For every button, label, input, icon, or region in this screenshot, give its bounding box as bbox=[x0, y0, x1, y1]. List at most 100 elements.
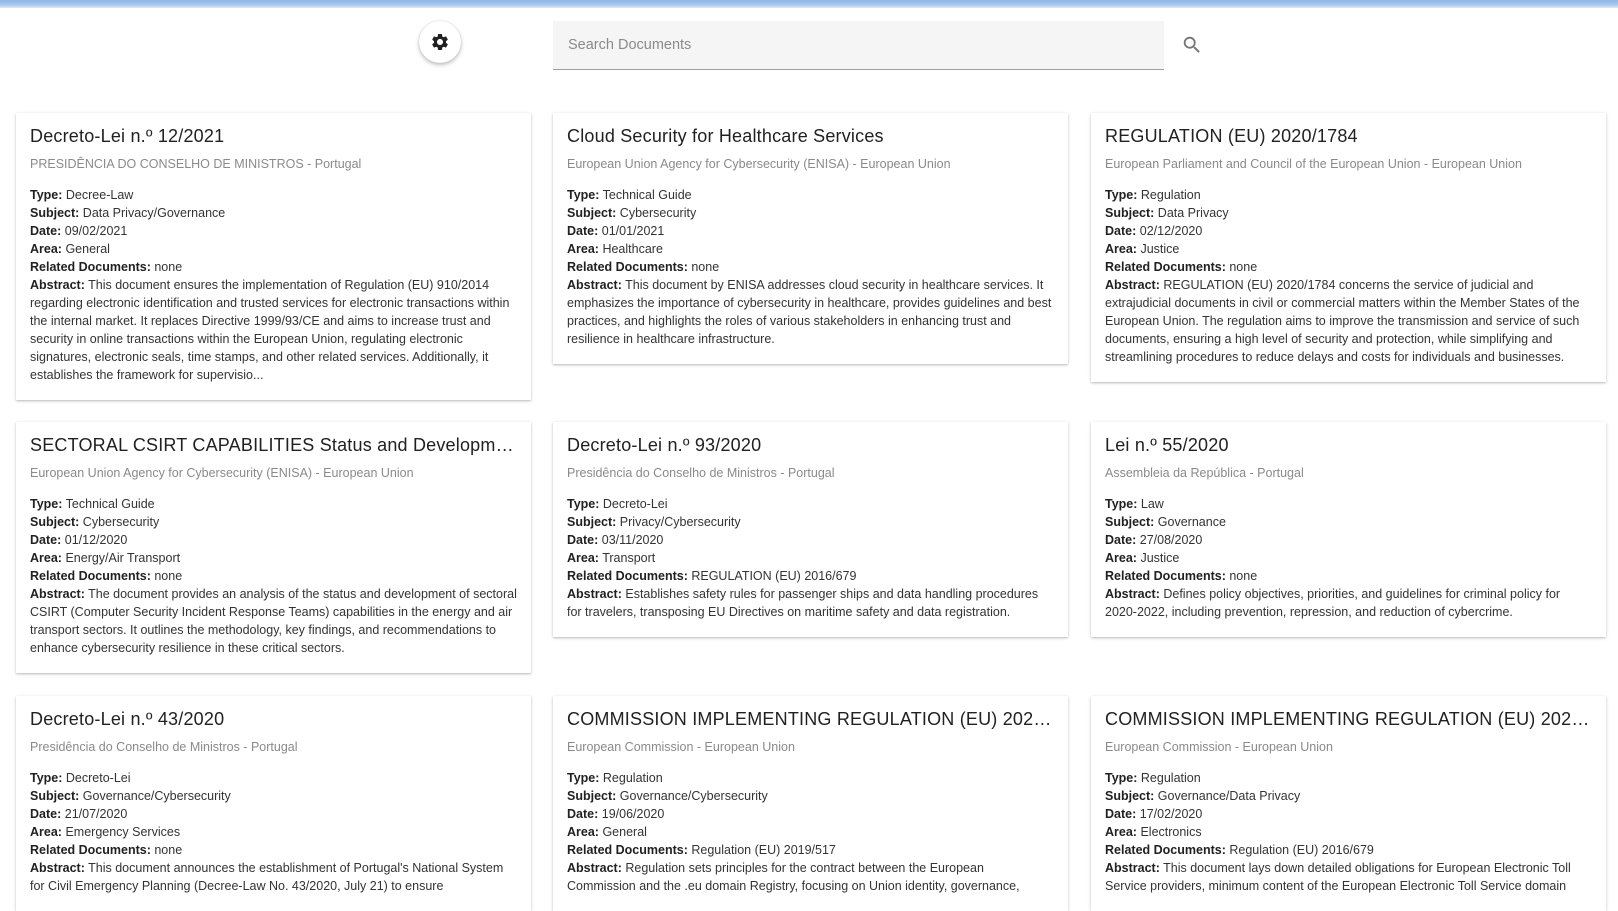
field-area: Area: Justice bbox=[1105, 549, 1592, 567]
document-card[interactable]: REGULATION (EU) 2020/1784 European Parlia… bbox=[1091, 113, 1606, 382]
field-label: Related Documents: bbox=[1105, 569, 1226, 583]
card-fields: Type: Decree-Law Subject: Data Privacy/Go… bbox=[30, 186, 517, 384]
card-issuer: European Union Agency for Cybersecurity … bbox=[567, 157, 951, 171]
search-input[interactable] bbox=[553, 21, 1164, 69]
field-value: Establishes safety rules for passenger s… bbox=[567, 587, 1039, 619]
field-label: Area: bbox=[30, 242, 62, 256]
field-abstract: Abstract: Defines policy objectives, pri… bbox=[1105, 585, 1592, 621]
field-value: REGULATION (EU) 2020/1784 concerns the s… bbox=[1105, 278, 1580, 364]
field-label: Area: bbox=[30, 551, 62, 565]
card-title: COMMISSION IMPLEMENTING REGULATION (EU) … bbox=[567, 709, 1054, 729]
field-label: Type: bbox=[1105, 188, 1138, 202]
field-value: Cybersecurity bbox=[619, 206, 697, 220]
field-related: Related Documents: none bbox=[30, 841, 517, 859]
field-date: Date: 27/08/2020 bbox=[1105, 531, 1592, 549]
field-value: 02/12/2020 bbox=[1139, 224, 1203, 238]
field-label: Subject: bbox=[30, 206, 80, 220]
field-date: Date: 03/11/2020 bbox=[567, 531, 1054, 549]
field-value: Justice bbox=[1140, 551, 1180, 565]
field-label: Related Documents: bbox=[567, 260, 688, 274]
settings-button[interactable] bbox=[419, 21, 461, 63]
field-label: Related Documents: bbox=[567, 569, 688, 583]
field-value: 01/12/2020 bbox=[64, 533, 128, 547]
card-fields: Type: Decreto-Lei Subject: Governance/Cyb… bbox=[30, 769, 517, 895]
field-label: Area: bbox=[567, 242, 599, 256]
field-label: Abstract: bbox=[567, 861, 622, 875]
field-label: Area: bbox=[1105, 242, 1137, 256]
field-value: This document lays down detailed obligat… bbox=[1105, 861, 1571, 893]
card-title: SECTORAL CSIRT CAPABILITIES Status and D… bbox=[30, 435, 517, 455]
field-value: Healthcare bbox=[602, 242, 663, 256]
field-type: Type: Law bbox=[1105, 495, 1592, 513]
document-card[interactable]: Decreto-Lei n.º 93/2020 Presidência do Co… bbox=[553, 422, 1068, 637]
field-subject: Subject: Data Privacy/Governance bbox=[30, 204, 517, 222]
field-label: Abstract: bbox=[1105, 861, 1160, 875]
field-subject: Subject: Governance bbox=[1105, 513, 1592, 531]
field-value: Regulation bbox=[602, 771, 663, 785]
document-card[interactable]: COMMISSION IMPLEMENTING REGULATION (EU) … bbox=[1091, 696, 1606, 911]
field-value: General bbox=[602, 825, 647, 839]
field-date: Date: 17/02/2020 bbox=[1105, 805, 1592, 823]
field-related: Related Documents: none bbox=[567, 258, 1054, 276]
field-value: Cybersecurity bbox=[82, 515, 160, 529]
field-type: Type: Regulation bbox=[1105, 769, 1592, 787]
document-card[interactable]: Decreto-Lei n.º 43/2020 Presidência do Co… bbox=[16, 696, 531, 911]
field-value: 01/01/2021 bbox=[601, 224, 665, 238]
document-card[interactable]: Cloud Security for Healthcare Services Eu… bbox=[553, 113, 1068, 364]
document-card[interactable]: SECTORAL CSIRT CAPABILITIES Status and D… bbox=[16, 422, 531, 673]
field-area: Area: Energy/Air Transport bbox=[30, 549, 517, 567]
field-label: Area: bbox=[1105, 551, 1137, 565]
search-icon[interactable] bbox=[1181, 34, 1203, 56]
field-label: Type: bbox=[567, 771, 600, 785]
field-value: Emergency Services bbox=[65, 825, 181, 839]
field-value: Regulation bbox=[1140, 771, 1201, 785]
field-value: This document ensures the implementation… bbox=[30, 278, 510, 382]
field-date: Date: 09/02/2021 bbox=[30, 222, 517, 240]
field-label: Type: bbox=[1105, 771, 1138, 785]
card-issuer: PRESIDÊNCIA DO CONSELHO DE MINISTROS - P… bbox=[30, 157, 362, 171]
field-subject: Subject: Governance/Cybersecurity bbox=[30, 787, 517, 805]
field-abstract: Abstract: Regulation sets principles for… bbox=[567, 859, 1054, 895]
document-card[interactable]: Decreto-Lei n.º 12/2021 PRESIDÊNCIA DO CO… bbox=[16, 113, 531, 400]
document-card[interactable]: Lei n.º 55/2020 Assembleia da República -… bbox=[1091, 422, 1606, 637]
field-label: Type: bbox=[30, 771, 63, 785]
field-area: Area: Healthcare bbox=[567, 240, 1054, 258]
card-fields: Type: Law Subject: Governance Date: 27/08/… bbox=[1105, 495, 1592, 621]
field-label: Type: bbox=[567, 188, 600, 202]
card-fields: Type: Regulation Subject: Governance/Cybe… bbox=[567, 769, 1054, 895]
field-value: 21/07/2020 bbox=[64, 807, 128, 821]
gear-icon bbox=[432, 33, 448, 50]
field-type: Type: Decreto-Lei bbox=[30, 769, 517, 787]
field-value: none bbox=[1229, 260, 1258, 274]
field-subject: Subject: Cybersecurity bbox=[567, 204, 1054, 222]
field-label: Date: bbox=[30, 807, 62, 821]
field-date: Date: 02/12/2020 bbox=[1105, 222, 1592, 240]
card-fields: Type: Regulation Subject: Data Privacy Dat… bbox=[1105, 186, 1592, 366]
field-value: Decreto-Lei bbox=[602, 497, 668, 511]
field-label: Area: bbox=[30, 825, 62, 839]
field-subject: Subject: Data Privacy bbox=[1105, 204, 1592, 222]
card-title: Decreto-Lei n.º 12/2021 bbox=[30, 126, 225, 146]
field-value: 19/06/2020 bbox=[601, 807, 665, 821]
field-value: Justice bbox=[1140, 242, 1180, 256]
search-field[interactable] bbox=[553, 21, 1164, 70]
field-label: Subject: bbox=[30, 789, 80, 803]
field-value: 03/11/2020 bbox=[601, 533, 664, 547]
field-value: Decreto-Lei bbox=[65, 771, 131, 785]
field-label: Date: bbox=[30, 224, 62, 238]
field-label: Area: bbox=[567, 825, 599, 839]
document-card[interactable]: COMMISSION IMPLEMENTING REGULATION (EU) … bbox=[553, 696, 1068, 911]
field-label: Area: bbox=[1105, 825, 1137, 839]
field-date: Date: 19/06/2020 bbox=[567, 805, 1054, 823]
card-title: COMMISSION IMPLEMENTING REGULATION (EU) … bbox=[1105, 709, 1592, 729]
field-abstract: Abstract: This document ensures the impl… bbox=[30, 276, 517, 384]
field-related: Related Documents: none bbox=[30, 258, 517, 276]
field-label: Abstract: bbox=[30, 278, 85, 292]
card-fields: Type: Regulation Subject: Governance/Data… bbox=[1105, 769, 1592, 895]
field-value: REGULATION (EU) 2016/679 bbox=[691, 569, 857, 583]
field-label: Date: bbox=[1105, 807, 1137, 821]
field-label: Abstract: bbox=[1105, 587, 1160, 601]
field-date: Date: 01/01/2021 bbox=[567, 222, 1054, 240]
field-label: Related Documents: bbox=[30, 260, 151, 274]
field-value: Governance bbox=[1157, 515, 1226, 529]
